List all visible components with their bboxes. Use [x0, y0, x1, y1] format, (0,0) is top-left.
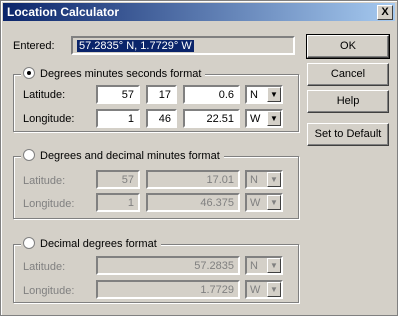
dd-lon-direction-select[interactable]: W ▼ [245, 280, 283, 299]
dms-lon-seconds-input[interactable]: 22.51 [183, 109, 240, 128]
dd-lon-input[interactable]: 1.7729 [96, 280, 240, 299]
entered-value: 57.2835° N, 1.7729° W [77, 40, 194, 52]
dms-lat-direction-value: N [250, 89, 258, 101]
set-to-default-button[interactable]: Set to Default [307, 123, 389, 146]
dms-lon-minutes-input[interactable]: 46 [146, 109, 177, 128]
chevron-down-icon[interactable]: ▼ [267, 195, 281, 210]
dms-lon-direction-select[interactable]: W ▼ [245, 109, 283, 128]
dms-latitude-label: Latitude: [23, 89, 66, 101]
dms-longitude-label: Longitude: [23, 113, 75, 125]
chevron-down-icon[interactable]: ▼ [267, 87, 281, 102]
ddm-latitude-label: Latitude: [23, 175, 66, 187]
dd-option-label: Decimal degrees format [40, 238, 157, 250]
ok-button[interactable]: OK [306, 34, 390, 59]
ddm-option[interactable]: Degrees and decimal minutes format [21, 149, 224, 162]
dms-radio[interactable] [23, 67, 35, 79]
dd-option[interactable]: Decimal degrees format [21, 237, 161, 250]
dms-lat-seconds-input[interactable]: 0.6 [183, 85, 240, 104]
chevron-down-icon[interactable]: ▼ [267, 111, 281, 126]
chevron-down-icon[interactable]: ▼ [267, 258, 281, 273]
ddm-radio[interactable] [23, 149, 35, 161]
dd-lat-direction-select[interactable]: N ▼ [245, 256, 283, 275]
dd-lon-direction-value: W [250, 284, 261, 296]
ddm-lat-degrees-input[interactable]: 57 [96, 170, 140, 189]
cancel-button[interactable]: Cancel [307, 63, 389, 86]
ddm-option-label: Degrees and decimal minutes format [40, 150, 220, 162]
entered-label: Entered: [13, 40, 55, 52]
dms-lon-direction-value: W [250, 113, 261, 125]
ddm-lon-direction-select[interactable]: W ▼ [245, 193, 283, 212]
ddm-lon-minutes-input[interactable]: 46.375 [146, 193, 240, 212]
ddm-lat-direction-value: N [250, 174, 258, 186]
ddm-longitude-label: Longitude: [23, 198, 75, 210]
dd-radio[interactable] [23, 237, 35, 249]
title-bar: Location Calculator X [3, 3, 395, 21]
dd-latitude-label: Latitude: [23, 261, 66, 273]
dd-lat-direction-value: N [250, 260, 258, 272]
dms-lat-minutes-input[interactable]: 17 [146, 85, 177, 104]
dms-lon-degrees-input[interactable]: 1 [96, 109, 140, 128]
ddm-lat-direction-select[interactable]: N ▼ [245, 170, 283, 189]
chevron-down-icon[interactable]: ▼ [267, 282, 281, 297]
dd-lat-input[interactable]: 57.2835 [96, 256, 240, 275]
chevron-down-icon[interactable]: ▼ [267, 172, 281, 187]
help-button[interactable]: Help [307, 90, 389, 113]
dms-lat-degrees-input[interactable]: 57 [96, 85, 140, 104]
ddm-lon-degrees-input[interactable]: 1 [96, 193, 140, 212]
dms-lat-direction-select[interactable]: N ▼ [245, 85, 283, 104]
entered-field[interactable]: 57.2835° N, 1.7729° W [71, 36, 295, 55]
dd-longitude-label: Longitude: [23, 285, 75, 297]
close-button[interactable]: X [377, 5, 393, 20]
dms-option-label: Degrees minutes seconds format [40, 68, 202, 80]
dms-option[interactable]: Degrees minutes seconds format [21, 67, 206, 80]
location-calculator-dialog: Location Calculator X Entered: 57.2835° … [0, 0, 398, 316]
ddm-lon-direction-value: W [250, 197, 261, 209]
ddm-lat-minutes-input[interactable]: 17.01 [146, 170, 240, 189]
window-title: Location Calculator [7, 5, 120, 19]
